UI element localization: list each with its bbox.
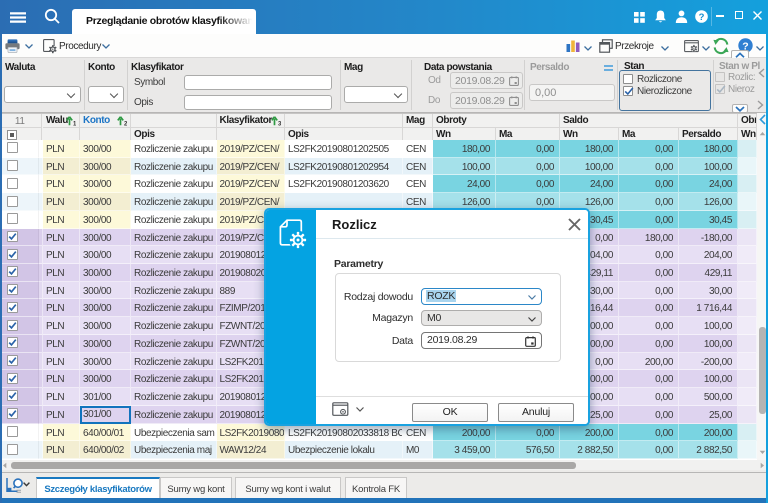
svg-text:?: ?	[699, 12, 705, 23]
svg-text:2: 2	[124, 122, 127, 127]
svg-text:1: 1	[73, 122, 76, 127]
svg-text:3: 3	[278, 122, 281, 127]
